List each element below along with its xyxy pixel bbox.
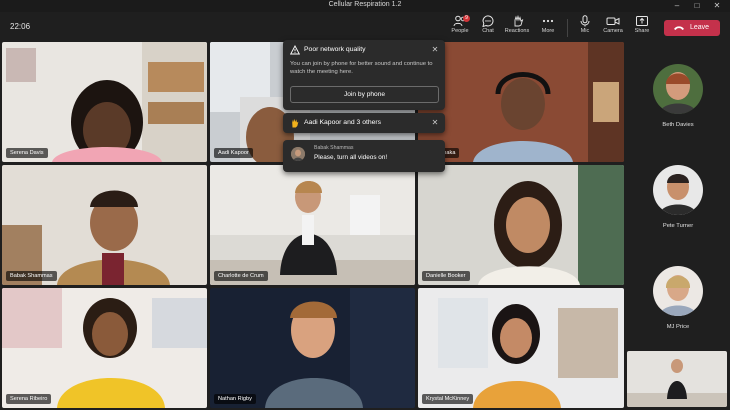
- video-tile[interactable]: Babak Shammas: [2, 165, 207, 285]
- minimize-icon[interactable]: –: [668, 0, 686, 12]
- video-tile[interactable]: Krystal McKinney: [418, 288, 624, 408]
- close-window-icon[interactable]: ✕: [708, 0, 726, 12]
- video-tile[interactable]: Danielle Booker: [418, 165, 624, 285]
- participant-name: Serena Ribeiro: [6, 394, 52, 404]
- join-by-phone-button[interactable]: Join by phone: [290, 86, 439, 103]
- video-tile[interactable]: Serena Ribeiro: [2, 288, 207, 408]
- participant-name: Charlotte de Crum: [214, 271, 268, 281]
- participant-name: Serena Davis: [6, 148, 48, 158]
- rail-participant-name: Beth Davies: [662, 122, 694, 128]
- window-title: Cellular Respiration 1.2: [328, 1, 402, 8]
- camera-button[interactable]: Camera: [599, 15, 627, 39]
- participant-video: [418, 165, 624, 285]
- share-button[interactable]: Share: [628, 15, 656, 39]
- self-video: [627, 351, 727, 407]
- participant-video: [2, 42, 207, 162]
- chat-message-notification[interactable]: Babak Shammas Please, turn all videos on…: [283, 140, 445, 172]
- chat-button[interactable]: Chat: [474, 15, 502, 39]
- network-quality-notification: Poor network quality ✕ You can join by p…: [283, 40, 445, 110]
- maximize-icon[interactable]: □: [688, 0, 706, 12]
- people-button[interactable]: 9 People: [446, 15, 474, 39]
- share-screen-icon: [636, 16, 648, 26]
- participant-name: Nathan Rigby: [214, 394, 256, 404]
- video-tile-active-speaker[interactable]: Charlotte de Crum: [210, 165, 415, 285]
- title-bar: Cellular Respiration 1.2 – □ ✕: [0, 0, 730, 12]
- video-tile[interactable]: Ray Tanaka: [418, 42, 624, 162]
- rail-participant[interactable]: Beth Davies: [630, 64, 726, 164]
- hang-up-icon: [674, 26, 684, 30]
- participant-video: [2, 288, 207, 408]
- camera-label: Camera: [603, 28, 623, 34]
- raised-hands-text: Aadi Kapoor and 3 others: [304, 119, 382, 126]
- reactions-hand-icon: [514, 15, 524, 27]
- participant-name: Danielle Booker: [422, 271, 470, 281]
- microphone-icon: [580, 15, 590, 27]
- participant-name: Aadi Kapoor: [214, 148, 253, 158]
- raised-hand-icon: [292, 118, 299, 128]
- more-label: More: [541, 28, 555, 34]
- warning-icon: [290, 45, 300, 55]
- meeting-timer: 22:06: [10, 22, 31, 31]
- mic-button[interactable]: Mic: [571, 15, 599, 39]
- leave-label: Leave: [690, 24, 710, 31]
- reactions-button[interactable]: Reactions: [504, 15, 532, 39]
- rail-participant[interactable]: Pete Turner: [630, 165, 726, 265]
- camera-icon: [606, 17, 620, 25]
- participant-video: [210, 288, 415, 408]
- participant-video: [418, 288, 624, 408]
- notification-title: Poor network quality: [304, 46, 366, 53]
- notification-body: You can join by phone for better sound a…: [290, 61, 433, 75]
- toolbar-divider: [567, 19, 568, 37]
- participant-name: Krystal McKinney: [422, 394, 474, 404]
- participant-video: [2, 165, 207, 285]
- participant-video: [210, 165, 415, 285]
- participant-name: Babak Shammas: [6, 271, 57, 281]
- chat-sender-name: Babak Shammas: [314, 145, 354, 151]
- self-view-tile[interactable]: [627, 351, 727, 407]
- notification-stack: Poor network quality ✕ You can join by p…: [283, 40, 445, 172]
- video-tile[interactable]: Serena Davis: [2, 42, 207, 162]
- chat-label: Chat: [482, 28, 494, 34]
- reactions-label: Reactions: [504, 28, 530, 34]
- leave-button[interactable]: Leave: [664, 20, 720, 36]
- more-ellipsis-icon: [542, 19, 554, 23]
- raised-hands-notification: Aadi Kapoor and 3 others ✕: [283, 113, 445, 133]
- close-notification-icon[interactable]: ✕: [431, 119, 439, 127]
- video-tile[interactable]: Nathan Rigby: [210, 288, 415, 408]
- more-button[interactable]: More: [534, 15, 562, 39]
- participant-count-badge: 9: [463, 15, 470, 22]
- close-notification-icon[interactable]: ✕: [431, 46, 439, 54]
- mic-label: Mic: [580, 28, 590, 34]
- meeting-toolbar: 22:06 9 People Chat Reactions More Mic C…: [0, 12, 730, 40]
- chat-message-text: Please, turn all videos on!: [314, 154, 388, 161]
- rail-participant-name: MJ Price: [666, 324, 690, 330]
- avatar: [291, 147, 305, 161]
- share-label: Share: [634, 28, 650, 34]
- avatar: [653, 165, 703, 215]
- avatar: [653, 266, 703, 316]
- people-label: People: [451, 28, 469, 34]
- participant-video: [418, 42, 624, 162]
- rail-participant-name: Pete Turner: [662, 223, 694, 229]
- avatar: [653, 64, 703, 114]
- chat-icon: [482, 15, 494, 27]
